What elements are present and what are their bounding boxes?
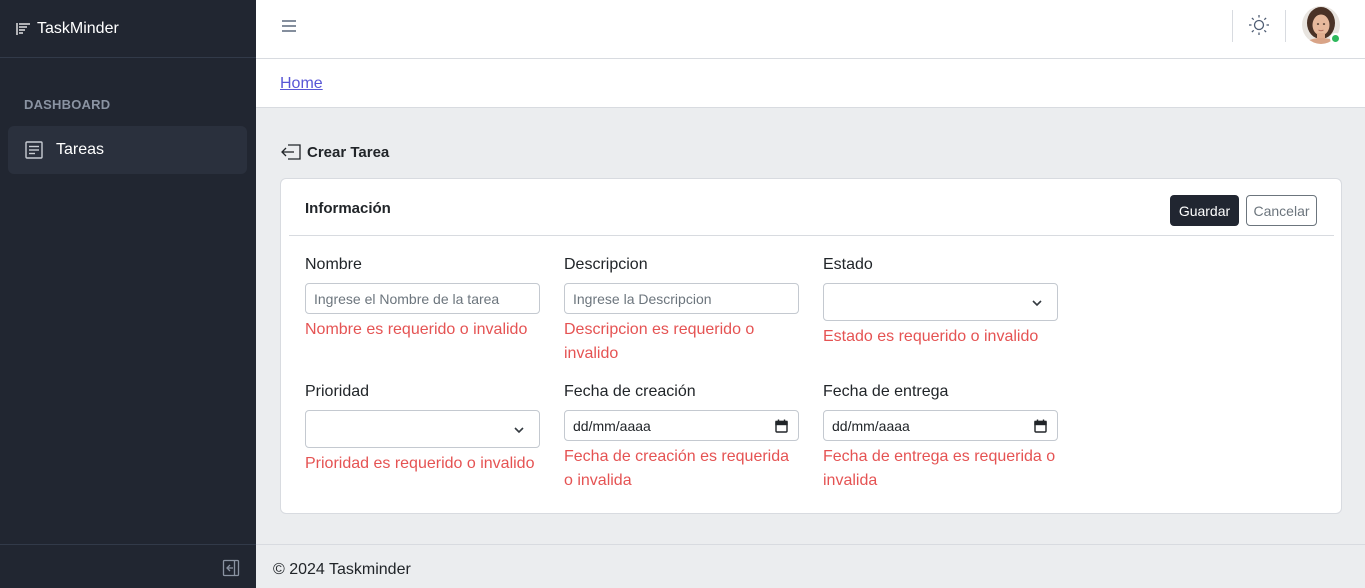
sidebar-item-tareas[interactable]: Tareas [8,126,247,174]
sidebar-item-label: Tareas [56,141,105,158]
sidebar-brand[interactable]: TaskMinder [0,0,256,58]
fecha-entrega-error: Fecha de entrega es requerida o invalida [823,448,1056,489]
page-footer: © 2024 Taskminder [256,544,1365,588]
task-form-card: Información Guardar Cancelar Nombre Nomb… [280,178,1342,514]
brand-logo-icon [16,21,32,37]
descripcion-input[interactable] [564,283,799,314]
chevron-down-icon [1031,297,1043,309]
page-heading: Crear Tarea [280,142,389,162]
calendar-icon[interactable] [775,419,788,433]
fecha-entrega-value: dd/mm/aaaa [832,417,910,434]
hamburger-menu-icon[interactable] [280,16,298,36]
list-icon [24,140,44,160]
brand-name: TaskMinder [37,19,119,37]
sidebar-footer [0,544,256,588]
chevron-down-icon [513,424,525,436]
footer-copyright: © 2024 Taskminder [273,561,411,578]
header-divider [1285,10,1286,42]
header-divider [1232,10,1233,42]
nombre-input[interactable] [305,283,540,314]
sun-icon[interactable] [1248,14,1270,36]
card-header: Información Guardar Cancelar [289,179,1334,236]
descripcion-label: Descripcion [564,256,648,273]
collapse-sidebar-icon[interactable] [222,559,240,577]
page-title: Crear Tarea [307,143,390,161]
online-status-badge [1330,33,1341,44]
estado-field-group: Estado Estado es requerido o invalido [823,255,1058,349]
fecha-creacion-input[interactable]: dd/mm/aaaa [564,410,799,441]
nombre-error: Nombre es requerido o invalido [305,321,528,338]
fecha-creacion-label: Fecha de creación [564,383,696,400]
breadcrumb: Home [256,59,1365,108]
descripcion-field-group: Descripcion Descripcion es requerido o i… [564,255,799,366]
back-arrow-icon[interactable] [280,142,302,162]
estado-error: Estado es requerido o invalido [823,328,1039,345]
nav-section-title: DASHBOARD [24,97,111,112]
prioridad-field-group: Prioridad Prioridad es requerido o inval… [305,382,540,476]
cancel-button[interactable]: Cancelar [1246,195,1317,226]
nombre-field-group: Nombre Nombre es requerido o invalido [305,255,540,342]
fecha-entrega-field-group: Fecha de entrega dd/mm/aaaa Fecha de ent… [823,382,1058,493]
prioridad-error: Prioridad es requerido o invalido [305,455,535,472]
breadcrumb-home-link[interactable]: Home [280,75,323,93]
fecha-entrega-label: Fecha de entrega [823,383,949,400]
nombre-label: Nombre [305,256,362,273]
fecha-creacion-value: dd/mm/aaaa [573,417,651,434]
descripcion-error: Descripcion es requerido o invalido [564,321,755,362]
save-button[interactable]: Guardar [1170,195,1239,226]
prioridad-select[interactable] [305,410,540,448]
fecha-creacion-error: Fecha de creación es requerida o invalid… [564,448,790,489]
top-header [256,0,1365,59]
card-title: Información [305,200,391,217]
sidebar: TaskMinder DASHBOARD Tareas [0,0,256,588]
prioridad-label: Prioridad [305,383,370,400]
fecha-entrega-input[interactable]: dd/mm/aaaa [823,410,1058,441]
user-avatar[interactable] [1302,6,1341,44]
estado-label: Estado [823,256,873,273]
estado-select[interactable] [823,283,1058,321]
calendar-icon[interactable] [1034,419,1047,433]
fecha-creacion-field-group: Fecha de creación dd/mm/aaaa Fecha de cr… [564,382,799,493]
